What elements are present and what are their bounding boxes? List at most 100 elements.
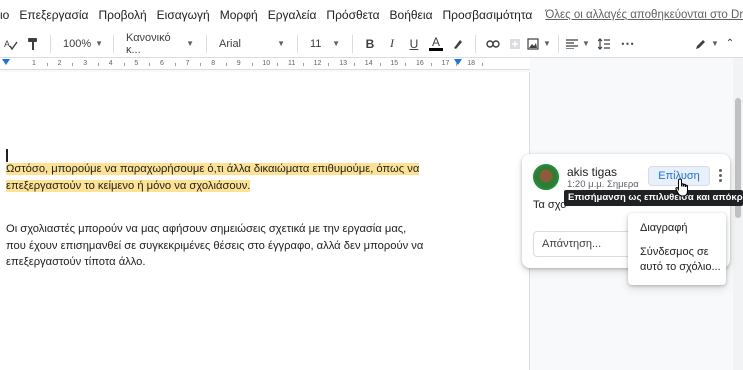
ruler-number: 9 [236, 60, 241, 67]
ruler-number: 1 [32, 60, 36, 67]
zoom-select[interactable]: 100% ▼ [57, 32, 107, 56]
ruler-tick [379, 63, 381, 66]
ruler-tick [174, 63, 176, 66]
ruler-number: 2 [57, 60, 62, 67]
toolbar: A 100% ▼ Κανονικό κ... ▼ Arial ▼ 11 ▼ B … [0, 30, 743, 58]
ruler-tick [328, 63, 330, 66]
toolbar-divider [206, 34, 207, 53]
toolbar-divider [352, 34, 353, 53]
document-page[interactable]: Ωστόσο, μπορούμε να παραχωρήσουμε ό,τι ά… [0, 72, 530, 370]
ruler-tick [149, 63, 151, 66]
add-comment-icon[interactable] [504, 32, 526, 56]
ruler: 1 2 3 4 5 6 7 8 9 10 11 12 13 14 15 16 17 18 [0, 58, 530, 70]
style-select[interactable]: Κανονικό κ... ▼ [120, 32, 200, 56]
avatar [533, 164, 559, 190]
comment-text: Τα σχο [533, 199, 567, 211]
font-size-select[interactable]: 11 ▼ [304, 32, 346, 56]
ruler-number: 18 [467, 60, 475, 67]
insert-image-icon[interactable]: ▼ [526, 32, 552, 56]
more-options-icon[interactable]: ⋯ [617, 32, 639, 56]
ruler-number: 4 [108, 60, 113, 67]
chevron-down-icon: ▼ [95, 39, 104, 48]
ruler-tick [277, 63, 279, 66]
line-spacing-icon[interactable] [591, 32, 617, 56]
menu-edit[interactable]: Επεξεργασία [14, 8, 93, 22]
ruler-tick [456, 63, 458, 66]
ruler-tick [405, 63, 407, 66]
ruler-number: 7 [185, 60, 190, 67]
chevron-down-icon: ▼ [543, 39, 551, 48]
menu-file[interactable]: ιο [0, 8, 14, 22]
menu-item-link-to-comment[interactable]: Σύνδεσμος σε αυτό το σχόλιο... [640, 245, 726, 275]
menu-help[interactable]: Βοήθεια [385, 8, 438, 22]
menu-bar: ιο Επεξεργασία Προβολή Εισαγωγή Μορφή Ερ… [0, 0, 743, 30]
ruler-number: 8 [211, 60, 216, 67]
italic-button[interactable]: I [381, 32, 403, 56]
text-color-bar [429, 48, 443, 51]
paragraph-1[interactable]: Ωστόσο, μπορούμε να παραχωρήσουμε ό,τι ά… [6, 161, 426, 194]
menu-addons[interactable]: Πρόσθετα [321, 8, 384, 22]
ruler-number: 11 [288, 60, 296, 67]
menu-view[interactable]: Προβολή [93, 8, 151, 22]
toolbar-divider [113, 34, 114, 53]
ruler-tick [200, 63, 202, 66]
ruler-number: 12 [313, 60, 322, 67]
chevron-down-icon: ▼ [332, 39, 340, 48]
font-select[interactable]: Arial ▼ [213, 32, 291, 56]
svg-text:A: A [4, 39, 10, 49]
align-icon[interactable]: ▼ [565, 32, 591, 56]
ruler-tick [354, 63, 355, 66]
menu-item-delete[interactable]: Διαγραφή [640, 221, 688, 236]
ruler-number: 15 [390, 60, 399, 67]
ruler-tick [72, 63, 74, 66]
ruler-number: 13 [339, 60, 347, 67]
ruler-tick [482, 63, 483, 66]
resolve-tooltip: Επισήμανση ως επιλυθείσα και απόκρυψη [564, 190, 743, 206]
toolbar-divider [50, 34, 51, 53]
toolbar-divider [297, 34, 298, 53]
toolbar-divider [475, 34, 476, 53]
paragraph-2[interactable]: Οι σχολιαστές μπορούν να μας αφήσουν σημ… [6, 221, 426, 271]
ruler-number: 17 [441, 60, 450, 67]
chevron-down-icon: ▼ [277, 39, 285, 48]
editing-mode-icon[interactable]: ▼ [691, 32, 723, 56]
chevron-down-icon: ▼ [186, 39, 194, 48]
menu-format[interactable]: Μορφή [215, 8, 263, 22]
bold-button[interactable]: B [359, 32, 381, 56]
ruler-tick [251, 63, 253, 66]
highlighted-text: Ωστόσο, μπορούμε να παραχωρήσουμε ό,τι ά… [6, 163, 420, 192]
collapse-toolbar-icon[interactable]: ⌃ [723, 32, 737, 56]
font-size-value: 11 [310, 37, 322, 50]
text-color-button[interactable]: A [425, 32, 447, 56]
link-icon[interactable] [482, 32, 504, 56]
comment-author: akis tigas [567, 165, 618, 179]
ruler-tick [226, 63, 227, 66]
saved-status-link[interactable]: Όλες οι αλλαγές αποθηκεύονται στο Drive [545, 9, 743, 21]
vertical-scrollbar[interactable] [733, 58, 743, 370]
ruler-tick [98, 63, 99, 66]
more-vert-icon[interactable] [715, 168, 725, 184]
ruler-number: 16 [416, 60, 424, 67]
toolbar-divider [558, 34, 559, 53]
underline-button[interactable]: U [403, 32, 425, 56]
font-value: Arial [219, 37, 242, 50]
ruler-number: 3 [83, 60, 88, 67]
menu-tools[interactable]: Εργαλεία [263, 8, 322, 22]
ruler-tick [302, 63, 304, 66]
comment-options-menu: Διαγραφή Σύνδεσμος σε αυτό το σχόλιο... [628, 213, 726, 285]
zoom-value: 100% [63, 37, 92, 50]
comment-time: 1:20 μ.μ. Σημερα [567, 179, 639, 190]
menu-accessibility[interactable]: Προσβασιμότητα [438, 8, 538, 22]
menu-insert[interactable]: Εισαγωγή [152, 8, 215, 22]
spellcheck-icon[interactable]: A [0, 32, 22, 56]
ruler-tick [123, 63, 125, 66]
highlight-icon[interactable] [447, 32, 469, 56]
paint-format-icon[interactable] [22, 32, 44, 56]
ruler-number: 14 [364, 60, 373, 67]
text-color-label: A [431, 35, 440, 49]
ruler-number: 6 [160, 60, 164, 67]
ruler-tick [46, 63, 48, 66]
chevron-down-icon: ▼ [582, 39, 590, 48]
ruler-number: 5 [134, 60, 139, 67]
chevron-down-icon: ▼ [711, 39, 719, 48]
